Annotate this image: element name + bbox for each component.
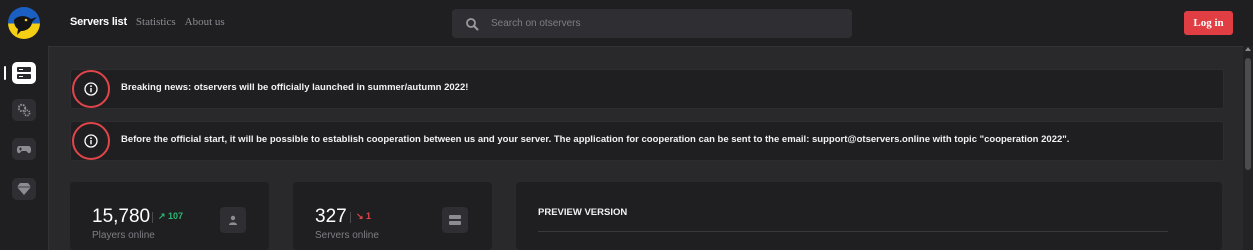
players-online-card: 15,780 ↗ 107 Players online (70, 182, 269, 250)
divider (152, 212, 153, 223)
top-bar: Servers list Statistics About us Log in (48, 0, 1253, 47)
servers-list-icon (17, 67, 31, 79)
players-online-count: 15,780 (92, 206, 151, 227)
login-button[interactable]: Log in (1184, 11, 1233, 35)
info-icon (72, 70, 110, 108)
scrollbar[interactable] (1243, 46, 1253, 250)
preview-card: PREVIEW VERSION (516, 182, 1222, 250)
servers-delta: ↘ 1 (356, 211, 372, 221)
players-delta: ↗ 107 (158, 211, 184, 221)
scrollbar-thumb[interactable] (1245, 58, 1251, 170)
main-nav: Servers list Statistics About us (70, 16, 225, 28)
info-icon (72, 122, 110, 160)
search-input[interactable] (489, 17, 833, 30)
sidebar-item-premium[interactable] (12, 178, 36, 200)
divider (538, 231, 1168, 232)
preview-title: PREVIEW VERSION (538, 207, 628, 218)
active-indicator (4, 66, 6, 80)
players-online-label: Players online (92, 230, 155, 241)
nav-about-us[interactable]: About us (185, 16, 225, 28)
notice-text: Breaking news: otservers will be officia… (121, 82, 469, 93)
notice-banner: Before the official start, it will be po… (70, 121, 1224, 161)
nav-statistics[interactable]: Statistics (136, 16, 176, 28)
diamond-icon (17, 183, 31, 195)
search-icon (466, 17, 479, 30)
servers-online-card: 327 ↘ 1 Servers online (293, 182, 492, 250)
sidebar (0, 0, 49, 250)
search-box[interactable] (452, 9, 852, 38)
servers-online-count: 327 (315, 206, 347, 227)
sidebar-item-servers[interactable] (12, 62, 36, 84)
sidebar-item-games[interactable] (12, 138, 36, 160)
nav-servers-list[interactable]: Servers list (70, 16, 127, 28)
divider (350, 212, 351, 223)
notice-text: Before the official start, it will be po… (121, 134, 1070, 145)
scroll-up-arrow-icon[interactable] (1245, 47, 1251, 51)
gears-icon (17, 103, 31, 117)
crow-logo-icon[interactable] (8, 7, 40, 39)
server-icon (442, 207, 468, 233)
notice-banner: Breaking news: otservers will be officia… (70, 69, 1224, 109)
user-icon (220, 207, 246, 233)
servers-online-label: Servers online (315, 230, 379, 241)
sidebar-item-statistics[interactable] (12, 99, 36, 121)
gamepad-icon (16, 146, 32, 154)
